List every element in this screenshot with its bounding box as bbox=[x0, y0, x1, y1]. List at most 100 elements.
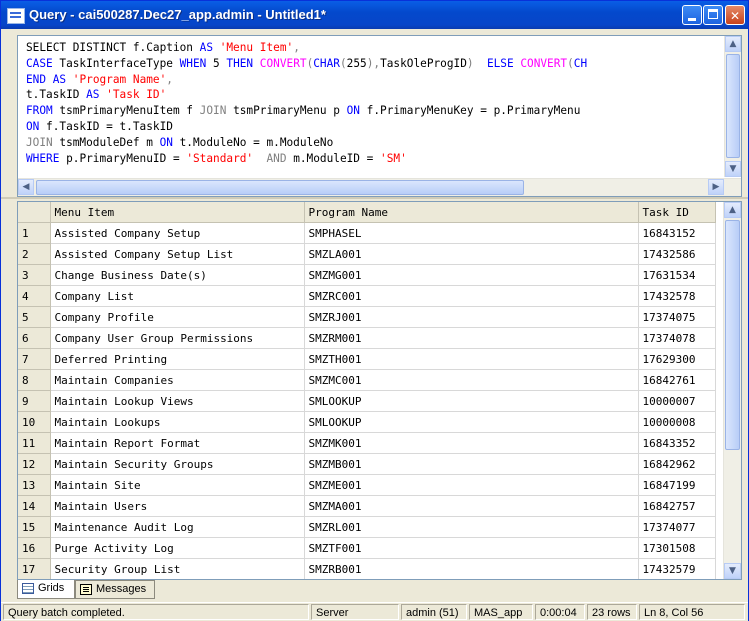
scroll-down-button[interactable]: ▼ bbox=[725, 161, 741, 177]
results-grid[interactable]: Menu Item Program Name Task ID 1 Assisted… bbox=[17, 201, 742, 580]
sql-line[interactable]: END AS 'Program Name', bbox=[26, 72, 587, 88]
editor-vscroll-thumb[interactable] bbox=[726, 54, 740, 158]
cell-task-id[interactable]: 17301508 bbox=[638, 537, 716, 559]
grid-vertical-scrollbar[interactable]: ▲ ▼ bbox=[723, 202, 741, 579]
close-button[interactable]: ✕ bbox=[725, 5, 745, 25]
cell-program-name[interactable]: SMZMA001 bbox=[304, 495, 639, 517]
table-row[interactable]: 5 Company Profile SMZRJ001 17374075 bbox=[18, 306, 716, 328]
grid-vscroll-thumb[interactable] bbox=[725, 220, 740, 450]
table-row[interactable]: 12 Maintain Security Groups SMZMB001 168429… bbox=[18, 453, 716, 475]
table-row[interactable]: 10 Maintain Lookups SMLOOKUP 10000008 bbox=[18, 411, 716, 433]
scroll-left-button[interactable]: ◀ bbox=[18, 179, 34, 195]
row-number-header[interactable] bbox=[18, 202, 51, 223]
row-number[interactable]: 12 bbox=[18, 453, 51, 475]
cell-task-id[interactable]: 17432586 bbox=[638, 243, 716, 265]
sql-line[interactable]: t.TaskID AS 'Task ID' bbox=[26, 87, 587, 103]
cell-task-id[interactable]: 16843152 bbox=[638, 222, 716, 244]
cell-task-id[interactable]: 17374077 bbox=[638, 516, 716, 538]
cell-program-name[interactable]: SMLOOKUP bbox=[304, 390, 639, 412]
cell-menu-item[interactable]: Maintain Companies bbox=[50, 369, 305, 391]
row-number[interactable]: 5 bbox=[18, 306, 51, 328]
sql-line[interactable]: ON f.TaskID = t.TaskID bbox=[26, 119, 587, 135]
cell-task-id[interactable]: 16842962 bbox=[638, 453, 716, 475]
table-row[interactable]: 11 Maintain Report Format SMZMK001 16843352 bbox=[18, 432, 716, 454]
cell-program-name[interactable]: SMZRJ001 bbox=[304, 306, 639, 328]
cell-program-name[interactable]: SMZRC001 bbox=[304, 285, 639, 307]
cell-menu-item[interactable]: Maintenance Audit Log bbox=[50, 516, 305, 538]
sql-line[interactable]: FROM tsmPrimaryMenuItem f JOIN tsmPrimar… bbox=[26, 103, 587, 119]
cell-menu-item[interactable]: Assisted Company Setup List bbox=[50, 243, 305, 265]
minimize-button[interactable] bbox=[682, 5, 702, 25]
maximize-button[interactable] bbox=[703, 5, 723, 25]
table-row[interactable]: 7 Deferred Printing SMZTH001 17629300 bbox=[18, 348, 716, 370]
cell-task-id[interactable]: 16843352 bbox=[638, 432, 716, 454]
table-row[interactable]: 8 Maintain Companies SMZMC001 16842761 bbox=[18, 369, 716, 391]
sql-code[interactable]: SELECT DISTINCT f.Caption AS 'Menu Item'… bbox=[26, 40, 587, 166]
cell-task-id[interactable]: 17374075 bbox=[638, 306, 716, 328]
cell-task-id[interactable]: 10000008 bbox=[638, 411, 716, 433]
sql-line[interactable]: CASE TaskInterfaceType WHEN 5 THEN CONVE… bbox=[26, 56, 587, 72]
row-number[interactable]: 17 bbox=[18, 558, 51, 579]
row-number[interactable]: 2 bbox=[18, 243, 51, 265]
table-row[interactable]: 4 Company List SMZRC001 17432578 bbox=[18, 285, 716, 307]
column-header-task-id[interactable]: Task ID bbox=[638, 202, 716, 223]
cell-task-id[interactable]: 17432579 bbox=[638, 558, 716, 579]
row-number[interactable]: 7 bbox=[18, 348, 51, 370]
cell-task-id[interactable]: 17374078 bbox=[638, 327, 716, 349]
row-number[interactable]: 15 bbox=[18, 516, 51, 538]
cell-program-name[interactable]: SMZMK001 bbox=[304, 432, 639, 454]
column-header-program-name[interactable]: Program Name bbox=[304, 202, 639, 223]
tab-messages[interactable]: Messages bbox=[75, 580, 155, 599]
row-number[interactable]: 13 bbox=[18, 474, 51, 496]
cell-program-name[interactable]: SMLOOKUP bbox=[304, 411, 639, 433]
cell-menu-item[interactable]: Maintain Security Groups bbox=[50, 453, 305, 475]
row-number[interactable]: 4 bbox=[18, 285, 51, 307]
cell-task-id[interactable]: 10000007 bbox=[638, 390, 716, 412]
grid-scroll-down-button[interactable]: ▼ bbox=[724, 563, 741, 579]
table-row[interactable]: 16 Purge Activity Log SMZTF001 17301508 bbox=[18, 537, 716, 559]
cell-menu-item[interactable]: Company User Group Permissions bbox=[50, 327, 305, 349]
cell-menu-item[interactable]: Company Profile bbox=[50, 306, 305, 328]
cell-menu-item[interactable]: Maintain Report Format bbox=[50, 432, 305, 454]
row-number[interactable]: 14 bbox=[18, 495, 51, 517]
editor-hscroll-thumb[interactable] bbox=[36, 180, 524, 195]
cell-task-id[interactable]: 16847199 bbox=[638, 474, 716, 496]
row-number[interactable]: 8 bbox=[18, 369, 51, 391]
cell-program-name[interactable]: SMZTF001 bbox=[304, 537, 639, 559]
tab-grids[interactable]: Grids bbox=[17, 580, 75, 599]
column-header-menu-item[interactable]: Menu Item bbox=[50, 202, 305, 223]
table-row[interactable]: 15 Maintenance Audit Log SMZRL001 17374077 bbox=[18, 516, 716, 538]
row-number[interactable]: 11 bbox=[18, 432, 51, 454]
editor-horizontal-scrollbar[interactable]: ◀ ▶ bbox=[18, 178, 741, 196]
cell-menu-item[interactable]: Deferred Printing bbox=[50, 348, 305, 370]
sql-line[interactable]: WHERE p.PrimaryMenuID = 'Standard' AND m… bbox=[26, 151, 587, 167]
cell-program-name[interactable]: SMZMC001 bbox=[304, 369, 639, 391]
row-number[interactable]: 9 bbox=[18, 390, 51, 412]
cell-program-name[interactable]: SMZMG001 bbox=[304, 264, 639, 286]
scroll-right-button[interactable]: ▶ bbox=[708, 179, 724, 195]
scroll-up-button[interactable]: ▲ bbox=[725, 36, 741, 52]
cell-menu-item[interactable]: Maintain Site bbox=[50, 474, 305, 496]
cell-menu-item[interactable]: Maintain Lookups bbox=[50, 411, 305, 433]
grid-scroll-up-button[interactable]: ▲ bbox=[724, 202, 741, 218]
table-row[interactable]: 2 Assisted Company Setup List SMZLA001 1743… bbox=[18, 243, 716, 265]
cell-menu-item[interactable]: Assisted Company Setup bbox=[50, 222, 305, 244]
cell-menu-item[interactable]: Maintain Users bbox=[50, 495, 305, 517]
editor-vertical-scrollbar[interactable]: ▲ ▼ bbox=[724, 36, 741, 177]
cell-task-id[interactable]: 17629300 bbox=[638, 348, 716, 370]
cell-program-name[interactable]: SMZLA001 bbox=[304, 243, 639, 265]
row-number[interactable]: 6 bbox=[18, 327, 51, 349]
cell-task-id[interactable]: 17432578 bbox=[638, 285, 716, 307]
cell-menu-item[interactable]: Security Group List bbox=[50, 558, 305, 579]
table-row[interactable]: 3 Change Business Date(s) SMZMG001 17631534 bbox=[18, 264, 716, 286]
cell-menu-item[interactable]: Maintain Lookup Views bbox=[50, 390, 305, 412]
cell-task-id[interactable]: 17631534 bbox=[638, 264, 716, 286]
sql-line[interactable]: JOIN tsmModuleDef m ON t.ModuleNo = m.Mo… bbox=[26, 135, 587, 151]
pane-splitter[interactable] bbox=[1, 197, 748, 199]
cell-task-id[interactable]: 16842761 bbox=[638, 369, 716, 391]
title-bar[interactable]: Query - cai500287.Dec27_app.admin - Unti… bbox=[1, 1, 748, 29]
sql-editor[interactable]: SELECT DISTINCT f.Caption AS 'Menu Item'… bbox=[17, 35, 742, 197]
row-number[interactable]: 1 bbox=[18, 222, 51, 244]
cell-program-name[interactable]: SMZRL001 bbox=[304, 516, 639, 538]
cell-program-name[interactable]: SMZRB001 bbox=[304, 558, 639, 579]
